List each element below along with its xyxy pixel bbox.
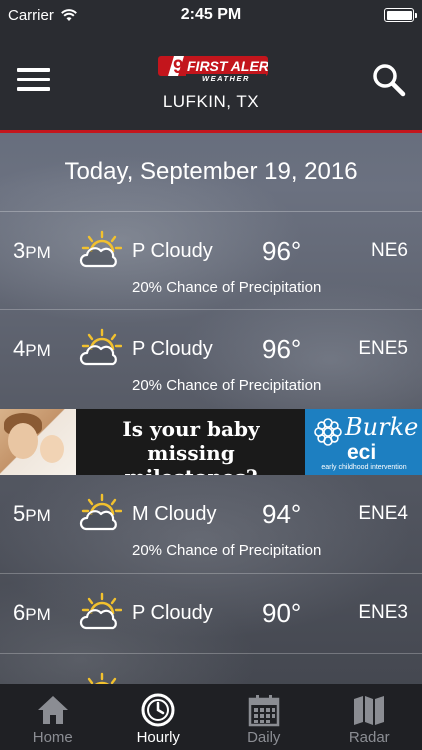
hamburger-menu-icon[interactable]	[17, 68, 51, 94]
ad-banner[interactable]: Is your baby missing milestones? Burke e…	[0, 409, 422, 475]
hour-condition: M Cloudy	[132, 503, 217, 525]
hour-temperature: 90°	[262, 598, 302, 628]
hour-temperature: 96°	[262, 236, 302, 266]
ad-brand-logo: Burke eci early childhood intervention	[305, 409, 422, 475]
date-heading: Today, September 19, 2016	[0, 133, 422, 212]
partly-cloudy-icon	[79, 230, 122, 268]
hour-condition: P Cloudy	[132, 338, 213, 360]
app-header: 9 FIRST ALERT WEATHER LUFKIN, TX	[0, 30, 422, 133]
hour-wind: NE6	[371, 240, 408, 261]
hour-row[interactable]: 5PM M Cloudy 94° ENE4 20% Chance of Prec…	[0, 475, 422, 574]
battery-icon	[384, 8, 417, 22]
hour-row[interactable]: 4PM P Cloudy 96° ENE5 20% Chance of Prec…	[0, 310, 422, 409]
partly-cloudy-icon	[79, 328, 122, 366]
hour-precipitation: 20% Chance of Precipitation	[132, 377, 322, 394]
tab-home[interactable]: Home	[0, 684, 106, 750]
calendar-icon	[248, 695, 279, 727]
hour-wind: ENE4	[358, 503, 408, 524]
carrier-label: Carrier	[8, 6, 54, 24]
hour-time: 4PM	[13, 336, 51, 361]
tab-hourly[interactable]: Hourly	[106, 684, 212, 750]
hour-wind: ENE3	[358, 602, 408, 623]
search-icon[interactable]	[372, 63, 406, 97]
tab-daily[interactable]: Daily	[211, 684, 317, 750]
city-label: LUFKIN, TX	[162, 92, 260, 111]
partly-cloudy-icon	[79, 592, 122, 630]
wifi-icon	[60, 9, 77, 21]
hour-temperature: 94°	[262, 499, 302, 529]
status-bar: Carrier 2:45 PM	[0, 0, 422, 30]
home-icon	[37, 696, 68, 724]
hour-time: 5PM	[13, 501, 51, 526]
hour-row[interactable]: 3PM P Cloudy 96° NE6 20% Chance of Preci…	[0, 212, 422, 310]
ad-headline: Is your baby missing milestones?	[122, 417, 260, 475]
hour-time: 3PM	[13, 238, 51, 263]
hour-time: 6PM	[13, 600, 51, 625]
tab-bar: Home Hourly Daily Radar	[0, 684, 422, 750]
hour-precipitation: 20% Chance of Precipitation	[132, 279, 322, 296]
partly-cloudy-icon	[79, 493, 122, 531]
date-label: Today, September 19, 2016	[64, 158, 358, 185]
hour-row[interactable]: 6PM P Cloudy 90° ENE3	[0, 574, 422, 654]
hour-condition: P Cloudy	[132, 602, 213, 624]
tab-radar[interactable]: Radar	[317, 684, 422, 750]
hour-wind: ENE5	[358, 338, 408, 359]
hour-temperature: 96°	[262, 334, 302, 364]
ad-photo	[0, 409, 76, 475]
logo-number: 9	[173, 57, 184, 78]
clock-icon	[141, 693, 175, 727]
logo-line2: WEATHER	[202, 74, 250, 83]
hour-condition: P Cloudy	[132, 240, 213, 262]
flower-icon	[314, 418, 342, 446]
map-icon	[354, 696, 385, 725]
first-alert-logo: 9 FIRST ALERT WEATHER	[158, 56, 268, 83]
hour-precipitation: 20% Chance of Precipitation	[132, 542, 322, 559]
logo-line1: FIRST ALERT	[187, 58, 268, 74]
